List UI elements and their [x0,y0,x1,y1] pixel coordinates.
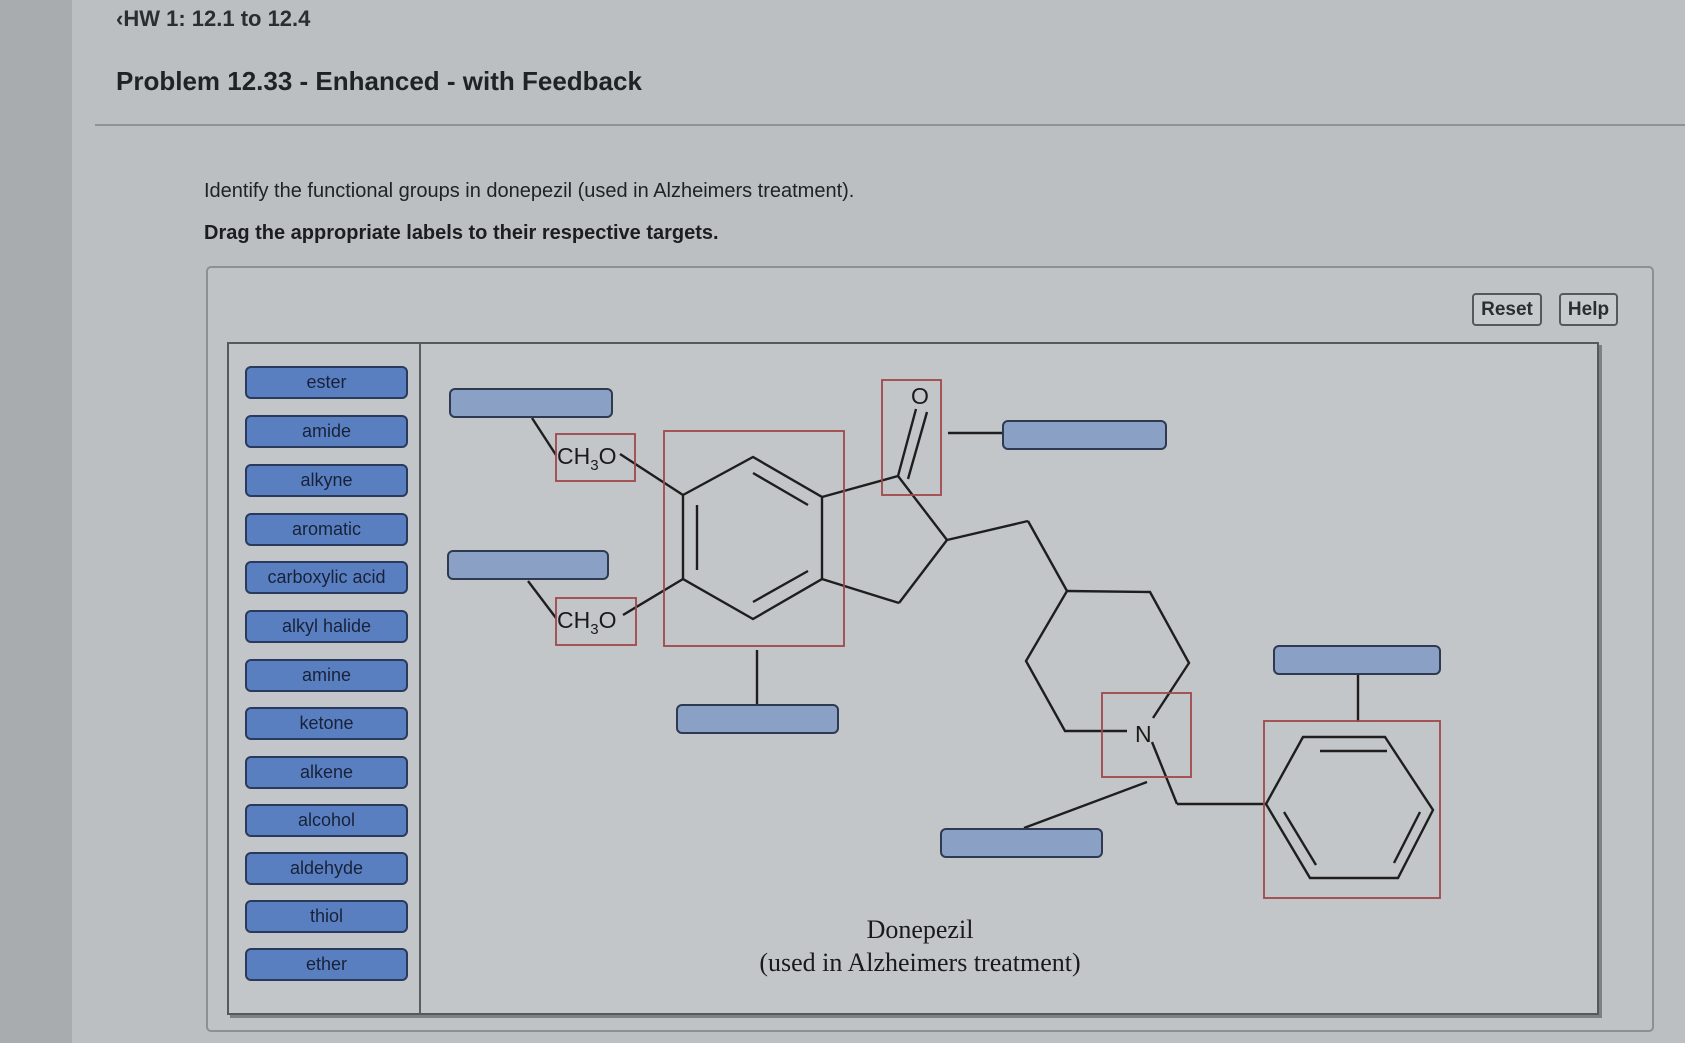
drop-target-methoxy-top[interactable] [449,388,613,418]
drop-target-carbonyl[interactable] [1002,420,1167,450]
drop-target-fused-benzene[interactable] [676,704,839,734]
methoxy-top-label: CH3O [557,443,616,474]
donepezil-structure: CH3O CH3O O N [527,379,1441,899]
drop-target-methoxy-bottom[interactable] [447,550,609,580]
nitrogen-label: N [1135,721,1152,747]
carbonyl-oxygen-label: O [911,383,929,409]
drop-target-amine[interactable] [940,828,1103,858]
target-highlight-boxes [555,379,1441,899]
molecule-subtitle: (used in Alzheimers treatment) [759,948,1081,977]
methoxy-bottom-label: CH3O [557,607,616,638]
drop-target-benzyl-ring[interactable] [1273,645,1441,675]
molecule-name: Donepezil [866,915,974,944]
